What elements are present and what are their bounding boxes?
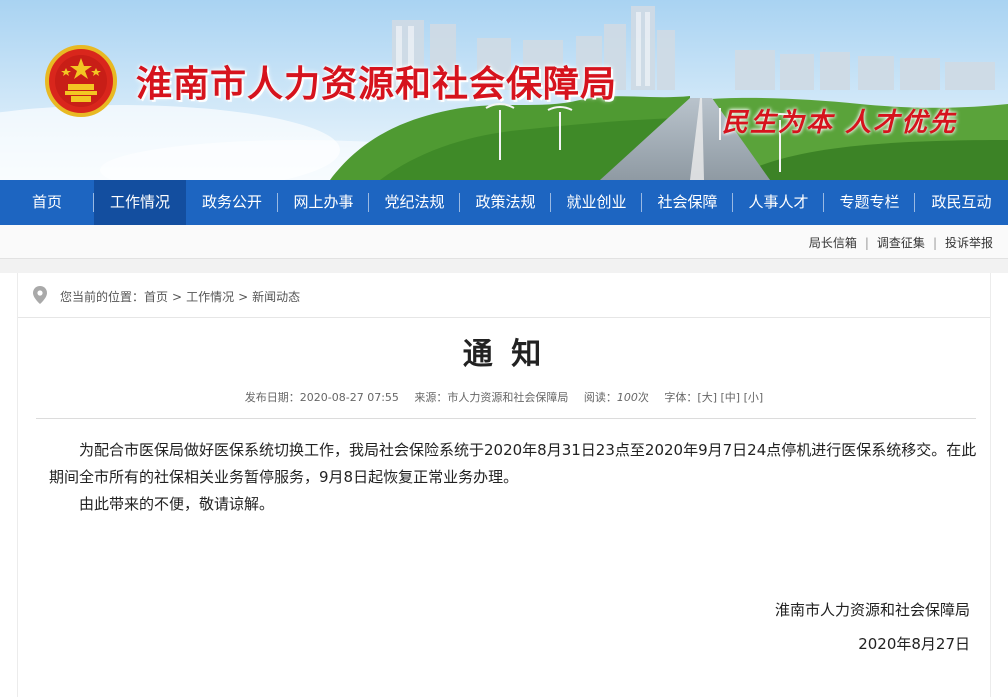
signature-organization: 淮南市人力资源和社会保障局	[774, 601, 970, 619]
site-slogan: 民生为本 人才优先	[722, 108, 958, 138]
source-label: 来源：	[414, 391, 448, 404]
nav-item-employment[interactable]: 就业创业	[551, 180, 642, 225]
date-label: 发布日期：	[244, 391, 300, 404]
font-small-button[interactable]: [小]	[744, 391, 764, 404]
nav-item-home[interactable]: 首页	[0, 180, 94, 225]
director-mailbox-link[interactable]: 局长信箱	[809, 236, 857, 250]
nav-item-public-interaction[interactable]: 政民互动	[915, 180, 1008, 225]
nav-item-policies[interactable]: 政策法规	[460, 180, 551, 225]
breadcrumb-separator: >	[172, 290, 183, 304]
views-unit: 次	[637, 391, 649, 404]
breadcrumb-separator: >	[238, 290, 249, 304]
article-paragraph: 由此带来的不便，敬请谅解。	[79, 495, 275, 513]
font-medium-button[interactable]: [中]	[721, 391, 741, 404]
nav-item-government-affairs[interactable]: 政务公开	[186, 180, 278, 225]
complaint-link[interactable]: 投诉举报	[945, 236, 993, 250]
font-large-button[interactable]: [大]	[697, 391, 717, 404]
article-paragraph: 为配合市医保局做好医保系统切换工作，我局社会保险系统于2020年8月31日23点…	[49, 441, 977, 486]
national-emblem-icon	[45, 45, 117, 117]
meta-divider	[36, 418, 976, 419]
nav-item-special-topics[interactable]: 专题专栏	[824, 180, 915, 225]
site-banner: 淮南市人力资源和社会保障局 民生为本 人才优先	[0, 0, 1008, 180]
site-title: 淮南市人力资源和社会保障局	[136, 64, 618, 105]
quick-links-bar: 局长信箱 | 调查征集 | 投诉举报	[0, 225, 1008, 259]
article-panel: 您当前的位置：首页 > 工作情况 > 新闻动态 通 知 发布日期：2020-08-27 …	[17, 273, 991, 697]
nav-item-work[interactable]: 工作情况	[94, 180, 186, 225]
nav-item-online-services[interactable]: 网上办事	[278, 180, 369, 225]
signature-date: 2020年8月27日	[858, 635, 970, 653]
breadcrumb-prefix: 您当前的位置：	[60, 290, 145, 304]
nav-item-party-rules[interactable]: 党纪法规	[369, 180, 460, 225]
article-title: 通 知	[462, 337, 546, 372]
link-divider: |	[864, 236, 869, 250]
survey-link[interactable]: 调查征集	[877, 236, 925, 250]
article-body: 为配合市医保局做好医保系统切换工作，我局社会保险系统于2020年8月31日23点…	[49, 437, 979, 518]
nav-item-personnel[interactable]: 人事人才	[733, 180, 824, 225]
section-gap	[0, 259, 1008, 273]
breadcrumb-work[interactable]: 工作情况	[186, 290, 234, 304]
main-nav: 首页 工作情况 政务公开 网上办事 党纪法规 政策法规 就业创业 社会保障 人事…	[0, 180, 1008, 225]
link-divider: |	[932, 236, 937, 250]
article-meta: 发布日期：2020-08-27 07:55 来源：市人力资源和社会保障局 阅读：…	[18, 389, 990, 405]
font-size-label: 字体：	[664, 391, 698, 404]
publish-date: 2020-08-27 07:55	[299, 391, 399, 404]
nav-item-social-security[interactable]: 社会保障	[642, 180, 733, 225]
location-pin-icon	[33, 286, 47, 304]
views-label: 阅读：	[583, 391, 617, 404]
view-count: 100	[616, 391, 638, 404]
breadcrumb-home[interactable]: 首页	[144, 290, 168, 304]
breadcrumb-news[interactable]: 新闻动态	[252, 290, 300, 304]
article-source: 市人力资源和社会保障局	[447, 391, 569, 404]
breadcrumb: 您当前的位置：首页 > 工作情况 > 新闻动态	[18, 273, 990, 318]
